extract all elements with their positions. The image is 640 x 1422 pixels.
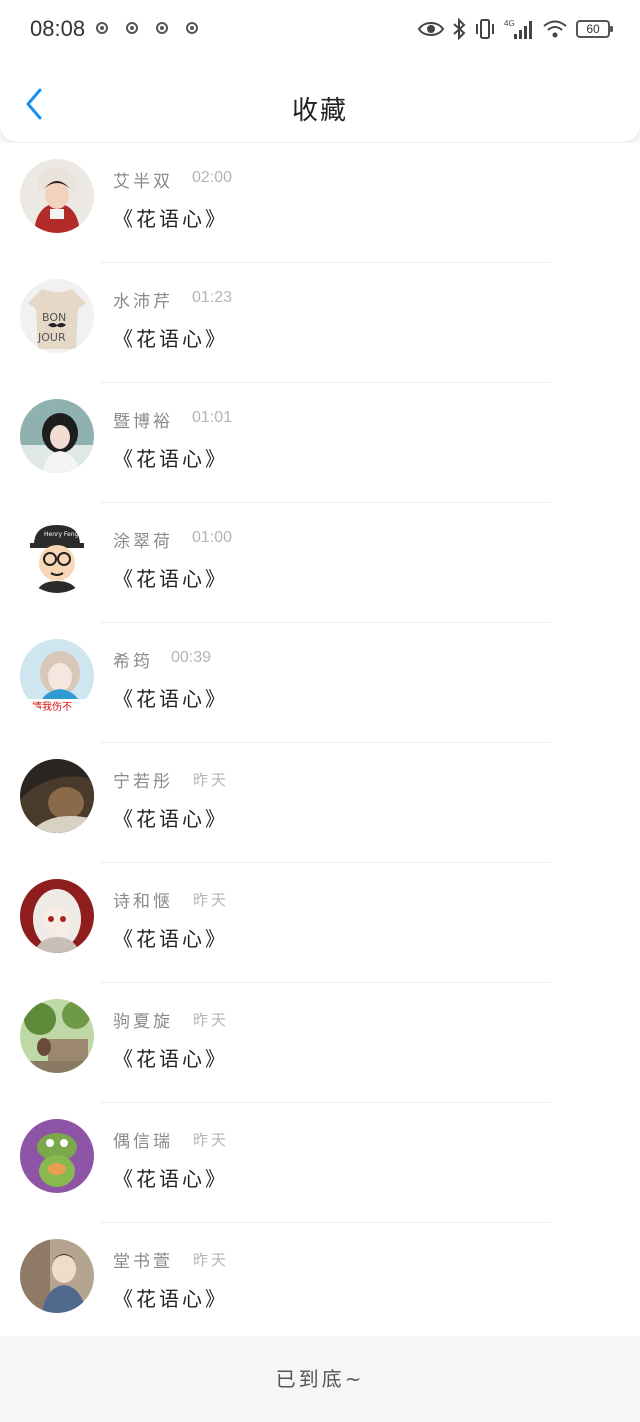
user-name: 水沛芹 (113, 292, 173, 312)
user-name: 偶信瑞 (113, 1132, 173, 1152)
avatar[interactable] (20, 1119, 94, 1193)
timestamp: 昨天 (193, 891, 230, 909)
timestamp: 昨天 (193, 1011, 230, 1029)
notification-icon (126, 22, 138, 34)
avatar[interactable] (20, 879, 94, 953)
notification-icons (96, 22, 198, 34)
list-item[interactable]: 诗和惬 昨天 《花语心》 (0, 863, 640, 983)
work-title[interactable]: 《花语心》 (113, 323, 228, 352)
favorites-list: 艾半双 02:00 《花语心》 BON JOUR 水沛芹 01:23 《花语心》 (0, 143, 640, 1343)
avatar[interactable]: Henry Feng (20, 519, 94, 593)
list-item[interactable]: 艾半双 02:00 《花语心》 (0, 143, 640, 263)
timestamp: 00:39 (171, 649, 212, 666)
list-item[interactable]: Henry Feng 涂翠荷 01:00 《花语心》 (0, 503, 640, 623)
user-name: 暨博裕 (113, 412, 173, 432)
work-title[interactable]: 《花语心》 (113, 683, 228, 712)
notification-icon (96, 22, 108, 34)
avatar[interactable]: 情我伤不 (20, 639, 94, 713)
notification-icon (156, 22, 168, 34)
user-name: 艾半双 (113, 172, 173, 192)
avatar[interactable]: BON JOUR (20, 279, 94, 353)
work-title[interactable]: 《花语心》 (113, 923, 228, 952)
work-title[interactable]: 《花语心》 (113, 1043, 228, 1072)
page-title: 收藏 (291, 96, 348, 126)
network-type-label: 4G (504, 19, 515, 28)
user-name: 驹夏旋 (113, 1012, 173, 1032)
timestamp: 01:00 (192, 529, 233, 546)
battery-icon: 60 (576, 20, 613, 38)
avatar[interactable] (20, 399, 94, 473)
list-item[interactable]: 堂书萱 昨天 《花语心》 (0, 1223, 640, 1343)
avatar-banner-text: 情我伤不 (32, 700, 72, 713)
user-name: 堂书萱 (113, 1252, 173, 1272)
work-title[interactable]: 《花语心》 (113, 1163, 228, 1192)
user-name: 涂翠荷 (113, 532, 173, 552)
user-name: 宁若彤 (113, 772, 173, 792)
work-title[interactable]: 《花语心》 (113, 563, 228, 592)
status-time: 08:08 (30, 16, 86, 41)
list-item[interactable]: 偶信瑞 昨天 《花语心》 (0, 1103, 640, 1223)
shirt-text: JOUR (37, 331, 66, 344)
work-title[interactable]: 《花语心》 (113, 443, 228, 472)
end-of-list-label: 已到底~ (0, 1336, 640, 1422)
list-item[interactable]: BON JOUR 水沛芹 01:23 《花语心》 (0, 263, 640, 383)
avatar[interactable] (20, 159, 94, 233)
timestamp: 02:00 (192, 169, 233, 186)
avatar[interactable] (20, 999, 94, 1073)
avatar[interactable] (20, 1239, 94, 1313)
list-item[interactable]: 宁若彤 昨天 《花语心》 (0, 743, 640, 863)
work-title[interactable]: 《花语心》 (113, 803, 228, 832)
eye-icon (418, 16, 444, 42)
nav-bar: 收藏 (0, 60, 640, 142)
status-icons: 4G 60 (418, 16, 613, 42)
signal-icon: 4G (504, 16, 534, 42)
list-item[interactable]: 情我伤不 希筠 00:39 《花语心》 (0, 623, 640, 743)
timestamp: 昨天 (193, 771, 230, 789)
cap-text: Henry Feng (44, 531, 79, 538)
user-name: 诗和惬 (113, 892, 173, 912)
status-bar: 08:08 4G 60 (0, 0, 640, 60)
list-item[interactable]: 驹夏旋 昨天 《花语心》 (0, 983, 640, 1103)
shirt-text: BON (42, 311, 66, 324)
user-name: 希筠 (113, 652, 153, 672)
timestamp: 01:23 (192, 289, 233, 306)
timestamp: 01:01 (192, 409, 233, 426)
work-title[interactable]: 《花语心》 (113, 203, 228, 232)
wifi-icon (542, 16, 568, 42)
bluetooth-icon (452, 16, 466, 42)
vibrate-icon (474, 16, 496, 42)
notification-icon (186, 22, 198, 34)
timestamp: 昨天 (193, 1251, 230, 1269)
work-title[interactable]: 《花语心》 (113, 1283, 228, 1312)
avatar[interactable] (20, 759, 94, 833)
list-item[interactable]: 暨博裕 01:01 《花语心》 (0, 383, 640, 503)
timestamp: 昨天 (193, 1131, 230, 1149)
